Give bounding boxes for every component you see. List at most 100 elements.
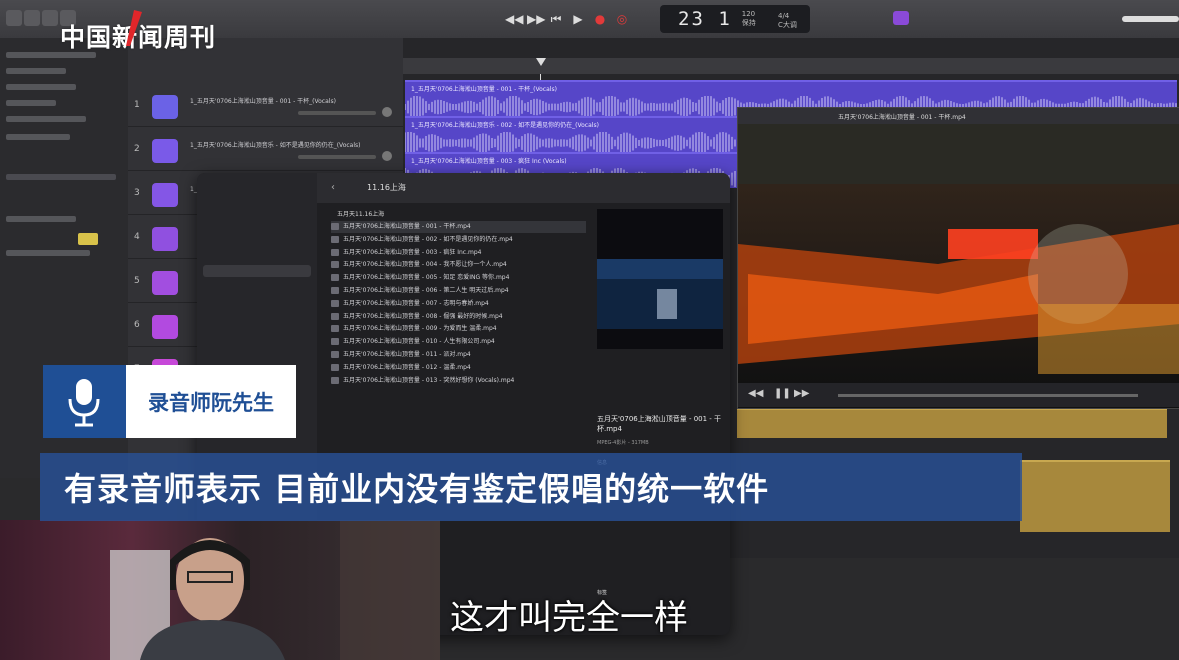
time-signature-display: 4/4 C大调	[778, 12, 797, 29]
preview-file-name: 五月天'0706上海淞山顶音量 - 001 - 干杯.mp4	[597, 415, 722, 433]
rewind-icon[interactable]: ◀◀	[505, 12, 523, 26]
track-number: 3	[134, 188, 140, 198]
headline-text: 有录音师表示 目前业内没有鉴定假唱的统一软件	[64, 470, 770, 508]
track-header[interactable]: 2 1_五月天'0706上海淞山顶音乐 - 如不是遇见你的仍在_(Vocals)	[128, 130, 403, 171]
file-name: 五月天'0706上海淞山顶音量 - 004 - 我不愿让你一个人.mp4	[343, 261, 507, 269]
count-in-button[interactable]	[893, 11, 909, 25]
file-row[interactable]: 五月天'0706上海淞山顶音量 - 009 - 为爱而生 温柔.mp4	[331, 323, 586, 335]
tempo-display: 120 保持	[741, 10, 756, 27]
transport-controls: ◀◀ ▶▶ ⏮ ▶ ● ◎	[505, 8, 629, 30]
library-button[interactable]	[6, 10, 22, 26]
master-volume-slider[interactable]	[1122, 16, 1179, 22]
video-file-icon	[331, 376, 339, 384]
lcd-display[interactable]: 23 1 120 保持 4/4 C大调	[660, 5, 810, 33]
file-row[interactable]: 五月天'0706上海淞山顶音量 - 005 - 知足 恋爱ING 等你.mp4	[331, 272, 586, 284]
pause-icon[interactable]: ❚❚	[774, 388, 791, 399]
pan-knob[interactable]	[382, 151, 392, 161]
track-number: 1	[134, 100, 140, 110]
sidebar-selection[interactable]	[203, 265, 311, 277]
file-name: 五月天'0706上海淞山顶音量 - 006 - 第二人生 明天过后.mp4	[343, 287, 509, 294]
logo-red-mark	[126, 10, 142, 46]
rewind-icon[interactable]: ◀◀	[748, 388, 763, 399]
subtitle-text: 这才叫完全一样	[450, 598, 688, 638]
inspector-row	[6, 134, 70, 140]
capture-icon[interactable]: ◎	[615, 12, 629, 26]
video-file-icon	[331, 351, 339, 358]
video-file-icon	[331, 363, 339, 371]
track-number: 2	[134, 144, 140, 154]
region-color-swatch[interactable]	[78, 233, 98, 245]
inspector-track-name	[6, 174, 116, 180]
file-name: 五月天'0706上海淞山顶音量 - 001 - 干杯.mp4	[343, 223, 471, 230]
inspector-row	[6, 216, 76, 222]
file-row[interactable]: 五月天'0706上海淞山顶音量 - 010 - 人生有限公司.mp4	[331, 336, 586, 348]
folder-name[interactable]: 五月天11.16上海	[337, 209, 384, 218]
file-row[interactable]: 五月天'0706上海淞山顶音量 - 012 - 温柔.mp4	[331, 362, 586, 374]
playhead-position: 23 1	[678, 8, 732, 30]
play-icon[interactable]: ▶	[571, 12, 585, 26]
inspector-row	[6, 84, 76, 90]
file-name: 五月天'0706上海淞山顶音量 - 008 - 倔强 最好的时候.mp4	[343, 312, 503, 320]
go-to-start-icon[interactable]: ⏮	[549, 12, 563, 27]
file-row[interactable]: 五月天'0706上海淞山顶音量 - 013 - 突然好想你 (Vocals).m…	[331, 375, 586, 387]
headline-banner: 有录音师表示 目前业内没有鉴定假唱的统一软件	[40, 453, 1022, 521]
video-file-icon	[331, 312, 339, 320]
fast-forward-icon[interactable]: ▶▶	[794, 388, 809, 399]
person-silhouette	[110, 520, 440, 660]
video-file-icon	[331, 325, 339, 333]
speaker-name: 录音师阮先生	[148, 390, 274, 415]
help-button[interactable]	[24, 10, 40, 26]
file-row[interactable]: 五月天'0706上海淞山顶音量 - 002 - 如不是遇见你的仍在.mp4	[331, 234, 586, 246]
file-row[interactable]: 五月天'0706上海淞山顶音量 - 007 - 志明与春娇.mp4	[331, 298, 586, 310]
pan-knob[interactable]	[382, 107, 392, 117]
file-name: 五月天'0706上海淞山顶音量 - 003 - 疯狂 Inc.mp4	[343, 248, 482, 256]
video-controls: ◀◀ ❚❚ ▶▶	[738, 383, 1179, 407]
audio-region[interactable]	[737, 408, 1167, 438]
file-row[interactable]: 五月天'0706上海淞山顶音量 - 001 - 干杯.mp4	[331, 221, 586, 233]
file-name: 五月天'0706上海淞山顶音量 - 011 - 派对.mp4	[343, 351, 471, 358]
waveform-icon	[152, 95, 178, 119]
finder-title: 11.16上海	[367, 183, 406, 192]
playhead-marker[interactable]	[536, 58, 546, 74]
toolbar-button[interactable]	[42, 10, 58, 26]
file-row[interactable]: 五月天'0706上海淞山顶音量 - 008 - 倔强 最好的时候.mp4	[331, 311, 586, 323]
microphone-icon	[43, 365, 126, 438]
region-label: 1_五月天'0706上海淞山顶音量 - 003 - 疯狂 Inc (Vocals…	[411, 158, 567, 165]
track-number: 6	[134, 320, 140, 330]
file-row[interactable]: 五月天'0706上海淞山顶音量 - 011 - 派对.mp4	[331, 349, 586, 361]
track-header[interactable]: 1 1_五月天'0706上海淞山顶音量 - 001 - 干杯_(Vocals)	[128, 86, 403, 127]
fast-forward-icon[interactable]: ▶▶	[527, 12, 545, 26]
inspector-row	[6, 250, 90, 256]
file-name: 五月天'0706上海淞山顶音量 - 009 - 为爱而生 温柔.mp4	[343, 325, 497, 333]
back-icon[interactable]: ‹	[331, 182, 335, 193]
concert-video-frame	[738, 124, 1179, 384]
video-file-icon	[331, 235, 339, 243]
webcam-feed	[0, 520, 440, 660]
speaker-nameplate: 录音师阮先生	[126, 365, 296, 438]
waveform-icon	[152, 183, 178, 207]
track-number: 4	[134, 232, 140, 242]
video-thumbnail	[597, 209, 723, 349]
file-row[interactable]: 五月天'0706上海淞山顶音量 - 006 - 第二人生 明天过后.mp4	[331, 285, 586, 297]
video-file-icon	[331, 261, 339, 269]
record-icon[interactable]: ●	[593, 12, 607, 26]
file-row[interactable]: 五月天'0706上海淞山顶音量 - 003 - 疯狂 Inc.mp4	[331, 247, 586, 259]
track-number: 5	[134, 276, 140, 286]
preview-pane: 五月天'0706上海淞山顶音量 - 001 - 干杯.mp4 MPEG-4影片 …	[597, 209, 723, 629]
waveform-icon	[152, 139, 178, 163]
timeline-ruler[interactable]	[403, 58, 1179, 74]
region-label: 1_五月天'0706上海淞山顶音量 - 001 - 干杯_(Vocals)	[411, 86, 557, 93]
track-name: 1_五月天'0706上海淞山顶音量 - 001 - 干杯_(Vocals)	[190, 98, 336, 105]
preview-file-meta: MPEG-4影片 - 317MB	[597, 440, 649, 446]
file-name: 五月天'0706上海淞山顶音量 - 005 - 知足 恋爱ING 等你.mp4	[343, 274, 510, 282]
volume-fader[interactable]	[298, 111, 376, 115]
video-file-icon	[331, 223, 339, 230]
waveform-icon	[152, 315, 178, 339]
audio-region[interactable]	[1020, 460, 1170, 532]
file-row[interactable]: 五月天'0706上海淞山顶音量 - 004 - 我不愿让你一个人.mp4	[331, 259, 586, 271]
video-scrubber[interactable]	[838, 394, 1138, 397]
volume-fader[interactable]	[298, 155, 376, 159]
video-file-icon	[331, 248, 339, 256]
video-player-window: 五月天'0706上海淞山顶音量 - 001 - 干杯.mp4 ◀◀ ❚❚ ▶▶	[737, 107, 1179, 409]
video-title: 五月天'0706上海淞山顶音量 - 001 - 干杯.mp4	[838, 114, 966, 121]
